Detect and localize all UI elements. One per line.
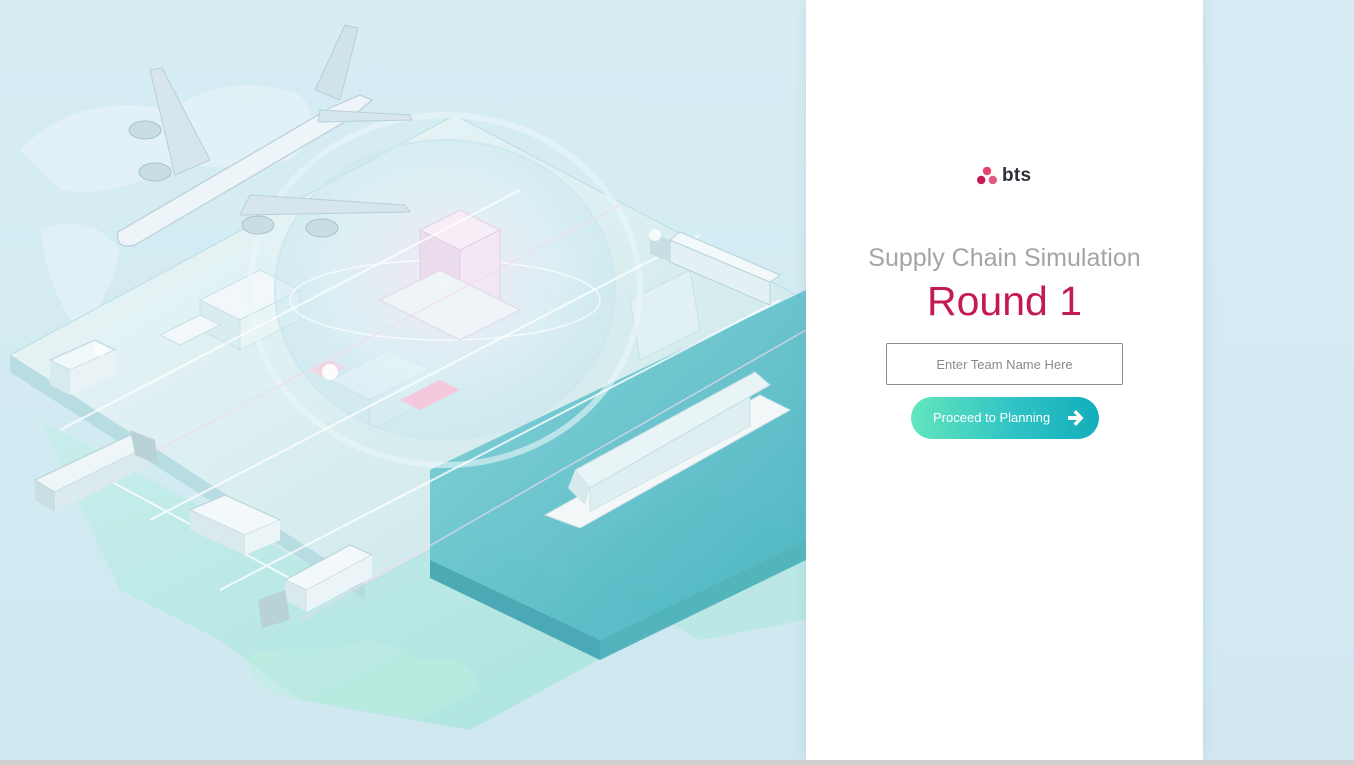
page: bts Supply Chain Simulation Round 1 Proc… [0,0,1354,765]
simulation-title: Supply Chain Simulation [868,244,1141,272]
team-name-input[interactable] [886,343,1123,385]
hero-illustration [0,0,806,760]
proceed-button-label: Proceed to Planning [933,410,1051,425]
arrow-right-icon [1068,410,1084,426]
right-background [1203,0,1354,760]
login-panel: bts Supply Chain Simulation Round 1 Proc… [806,0,1203,760]
brand-name: bts [1002,165,1032,186]
three-dots-logo-icon [977,166,997,185]
brand-logo: bts [976,165,1031,187]
bottom-scrollbar-track [0,760,1354,765]
round-heading: Round 1 [926,278,1082,324]
proceed-to-planning-button[interactable]: Proceed to Planning [911,397,1099,439]
